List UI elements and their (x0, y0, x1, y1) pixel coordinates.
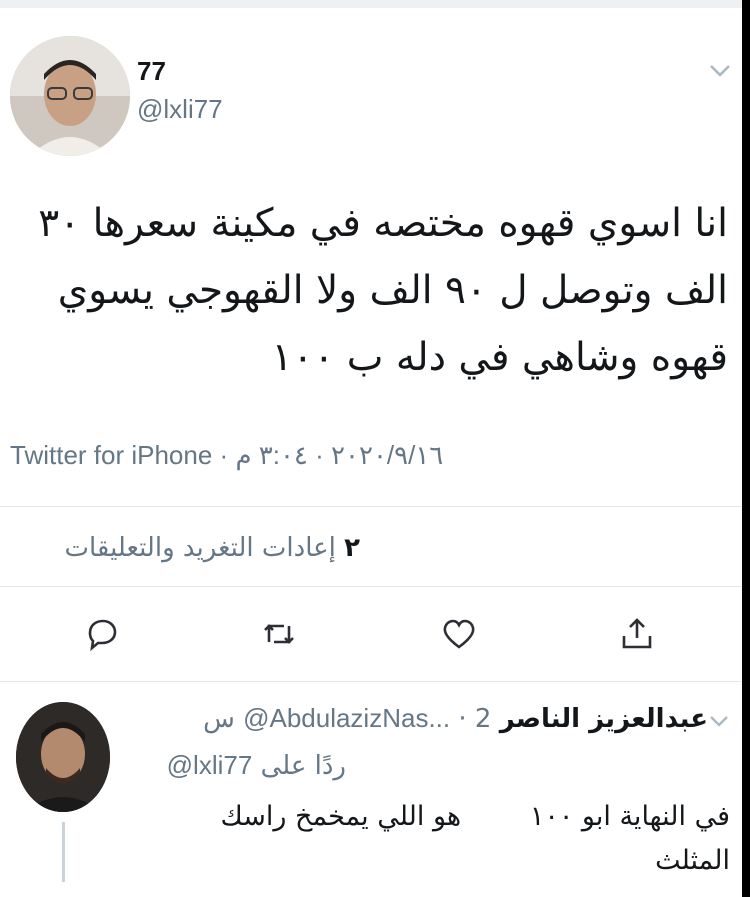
tweet-source[interactable]: Twitter for iPhone (10, 440, 212, 470)
share-icon (622, 618, 652, 649)
tweet-card: 77 @lxli77 انا اسوي قهوه مختصه في مكينة … (0, 0, 750, 897)
thread-line (62, 822, 65, 882)
retweets-label: إعادات التغريد والتعليقات (64, 533, 336, 563)
tweet-time: ٣:٠٤ م (235, 440, 308, 470)
reply-text-line: المثلث (655, 845, 730, 876)
replying-to-prefix: ردًا على (260, 751, 346, 781)
retweets-count: ٢ (344, 533, 360, 563)
tweet-meta: Twitter for iPhone · ٢٠٢٠/٩/١٦ · ٣:٠٤ م (10, 440, 443, 471)
tweet-text-line: الف وتوصل ل ٩٠ الف ولا القهوجي يسوي (57, 268, 728, 313)
reply-button[interactable] (80, 612, 124, 656)
reply-header: عبدالعزيز الناصر @AbdulazizNas... · 2 س (203, 703, 708, 734)
retweets-stat[interactable]: ٢ إعادات التغريد والتعليقات (65, 533, 360, 563)
reply-author-avatar[interactable] (16, 702, 110, 812)
divider (0, 586, 750, 587)
reply-author-name[interactable]: عبدالعزيز الناصر (500, 704, 708, 734)
meta-separator: · (315, 440, 324, 470)
reply-icon (88, 619, 117, 652)
like-button[interactable] (437, 612, 481, 656)
tweet-text-line: قهوه وشاهي في دله ب ١٠٠ (271, 335, 728, 380)
replying-to-handle[interactable]: @lxli77 (167, 750, 253, 780)
meta-separator: · (458, 704, 467, 734)
author-display-name[interactable]: 77 (137, 56, 166, 87)
reply-text: في النهاية ابو ١٠٠ هو اللي يمخمخ راسك الم… (170, 795, 730, 883)
retweet-icon (264, 624, 294, 644)
share-button[interactable] (615, 612, 659, 656)
reply-text-line: في النهاية ابو ١٠٠ هو اللي يمخمخ راسك (220, 801, 730, 832)
divider (0, 506, 750, 507)
tweet-text-line: انا اسوي قهوه مختصه في مكينة سعرها ٣٠ (38, 201, 728, 246)
chevron-down-icon[interactable] (707, 60, 733, 80)
author-avatar[interactable] (10, 36, 130, 156)
retweet-button[interactable] (257, 612, 301, 656)
author-handle[interactable]: @lxli77 (137, 94, 223, 125)
tweet-text: انا اسوي قهوه مختصه في مكينة سعرها ٣٠ الف… (28, 190, 728, 391)
tweet-date: ٢٠٢٠/٩/١٦ (331, 440, 444, 470)
top-band (0, 0, 750, 8)
replying-to: ردًا على @lxli77 (167, 750, 346, 781)
reply-author-handle[interactable]: @AbdulazizNas... (243, 703, 450, 733)
chevron-down-icon[interactable] (708, 712, 730, 730)
meta-separator: · (219, 440, 229, 470)
divider (0, 681, 750, 682)
heart-icon (443, 619, 475, 649)
right-edge-band (742, 0, 750, 897)
